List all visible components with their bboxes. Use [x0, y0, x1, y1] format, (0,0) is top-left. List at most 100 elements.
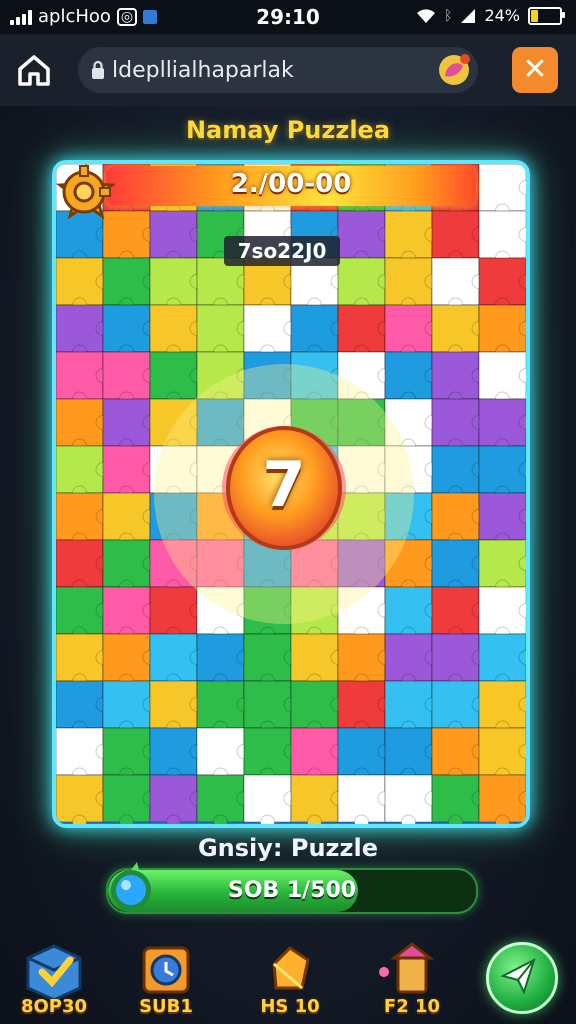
puzzle-piece[interactable] — [478, 539, 526, 595]
puzzle-piece[interactable] — [149, 727, 205, 783]
puzzle-board[interactable]: 2./00-00 7so22J0 7 — [52, 160, 530, 828]
puzzle-piece[interactable] — [56, 539, 111, 595]
puzzle-piece[interactable] — [384, 210, 440, 266]
puzzle-piece[interactable] — [478, 586, 526, 642]
puzzle-piece[interactable] — [431, 633, 487, 689]
puzzle-piece[interactable] — [337, 633, 393, 689]
puzzle-piece[interactable] — [290, 774, 346, 824]
puzzle-piece[interactable] — [196, 633, 252, 689]
puzzle-piece[interactable] — [478, 445, 526, 501]
puzzle-piece[interactable] — [431, 586, 487, 642]
puzzle-piece[interactable] — [149, 586, 205, 642]
puzzle-piece[interactable] — [431, 539, 487, 595]
puzzle-piece[interactable] — [478, 774, 526, 824]
puzzle-piece[interactable] — [337, 774, 393, 824]
gear-badge-icon[interactable] — [56, 164, 112, 220]
puzzle-piece[interactable] — [102, 586, 158, 642]
puzzle-piece[interactable] — [149, 210, 205, 266]
puzzle-piece[interactable] — [56, 257, 111, 313]
send-button[interactable] — [486, 942, 558, 1014]
puzzle-piece[interactable] — [243, 727, 299, 783]
puzzle-piece[interactable] — [478, 492, 526, 548]
puzzle-piece[interactable] — [431, 351, 487, 407]
puzzle-piece[interactable] — [196, 774, 252, 824]
home-button[interactable] — [16, 52, 52, 88]
puzzle-piece[interactable] — [337, 304, 393, 360]
puzzle-piece[interactable] — [431, 257, 487, 313]
puzzle-piece[interactable] — [478, 398, 526, 454]
puzzle-piece[interactable] — [102, 398, 158, 454]
puzzle-piece[interactable] — [149, 774, 205, 824]
puzzle-piece[interactable] — [431, 727, 487, 783]
puzzle-piece[interactable] — [102, 633, 158, 689]
puzzle-piece[interactable] — [431, 492, 487, 548]
profile-avatar-icon[interactable] — [436, 52, 472, 88]
puzzle-piece[interactable] — [431, 398, 487, 454]
puzzle-piece[interactable] — [384, 351, 440, 407]
puzzle-piece[interactable] — [56, 304, 111, 360]
puzzle-piece[interactable] — [149, 351, 205, 407]
puzzle-piece[interactable] — [56, 633, 111, 689]
toolbar-item-3[interactable]: F2 10 — [372, 942, 452, 1022]
puzzle-piece[interactable] — [149, 680, 205, 736]
puzzle-piece[interactable] — [196, 257, 252, 313]
puzzle-piece[interactable] — [478, 164, 526, 219]
puzzle-piece[interactable] — [384, 633, 440, 689]
puzzle-piece[interactable] — [478, 351, 526, 407]
puzzle-piece[interactable] — [337, 210, 393, 266]
puzzle-piece[interactable] — [243, 633, 299, 689]
puzzle-piece[interactable] — [149, 257, 205, 313]
puzzle-piece[interactable] — [478, 304, 526, 360]
puzzle-piece[interactable] — [56, 727, 111, 783]
puzzle-piece[interactable] — [384, 727, 440, 783]
puzzle-piece[interactable] — [56, 398, 111, 454]
puzzle-piece[interactable] — [337, 680, 393, 736]
puzzle-piece[interactable] — [431, 680, 487, 736]
puzzle-piece[interactable] — [290, 257, 346, 313]
puzzle-piece[interactable] — [243, 257, 299, 313]
puzzle-piece[interactable] — [56, 445, 111, 501]
puzzle-piece[interactable] — [196, 304, 252, 360]
puzzle-piece[interactable] — [56, 680, 111, 736]
puzzle-piece[interactable] — [478, 727, 526, 783]
puzzle-piece[interactable] — [56, 774, 111, 824]
toolbar-item-2[interactable]: HS 10 — [250, 942, 330, 1022]
puzzle-piece[interactable] — [478, 210, 526, 266]
puzzle-piece[interactable] — [478, 633, 526, 689]
puzzle-piece[interactable] — [290, 633, 346, 689]
puzzle-piece[interactable] — [290, 304, 346, 360]
puzzle-piece[interactable] — [102, 492, 158, 548]
puzzle-piece[interactable] — [102, 304, 158, 360]
puzzle-piece[interactable] — [102, 539, 158, 595]
puzzle-piece[interactable] — [102, 257, 158, 313]
puzzle-piece[interactable] — [337, 727, 393, 783]
puzzle-piece[interactable] — [384, 257, 440, 313]
puzzle-piece[interactable] — [384, 774, 440, 824]
puzzle-piece[interactable] — [196, 680, 252, 736]
puzzle-piece[interactable] — [243, 304, 299, 360]
puzzle-piece[interactable] — [102, 727, 158, 783]
puzzle-piece[interactable] — [290, 680, 346, 736]
puzzle-piece[interactable] — [196, 727, 252, 783]
puzzle-piece[interactable] — [431, 210, 487, 266]
puzzle-piece[interactable] — [431, 774, 487, 824]
puzzle-piece[interactable] — [478, 680, 526, 736]
puzzle-piece[interactable] — [102, 351, 158, 407]
puzzle-piece[interactable] — [431, 304, 487, 360]
puzzle-piece[interactable] — [384, 586, 440, 642]
puzzle-piece[interactable] — [290, 727, 346, 783]
address-bar[interactable]: ldepllialhaparlak — [78, 47, 478, 93]
puzzle-piece[interactable] — [102, 680, 158, 736]
puzzle-piece[interactable] — [102, 774, 158, 824]
puzzle-piece[interactable] — [337, 257, 393, 313]
puzzle-piece[interactable] — [478, 257, 526, 313]
puzzle-piece[interactable] — [102, 445, 158, 501]
puzzle-piece[interactable] — [56, 351, 111, 407]
puzzle-piece[interactable] — [149, 633, 205, 689]
close-button[interactable]: ✕ — [512, 47, 558, 93]
puzzle-piece[interactable] — [56, 492, 111, 548]
puzzle-piece[interactable] — [384, 680, 440, 736]
puzzle-piece[interactable] — [56, 586, 111, 642]
puzzle-piece[interactable] — [243, 680, 299, 736]
puzzle-piece[interactable] — [384, 304, 440, 360]
